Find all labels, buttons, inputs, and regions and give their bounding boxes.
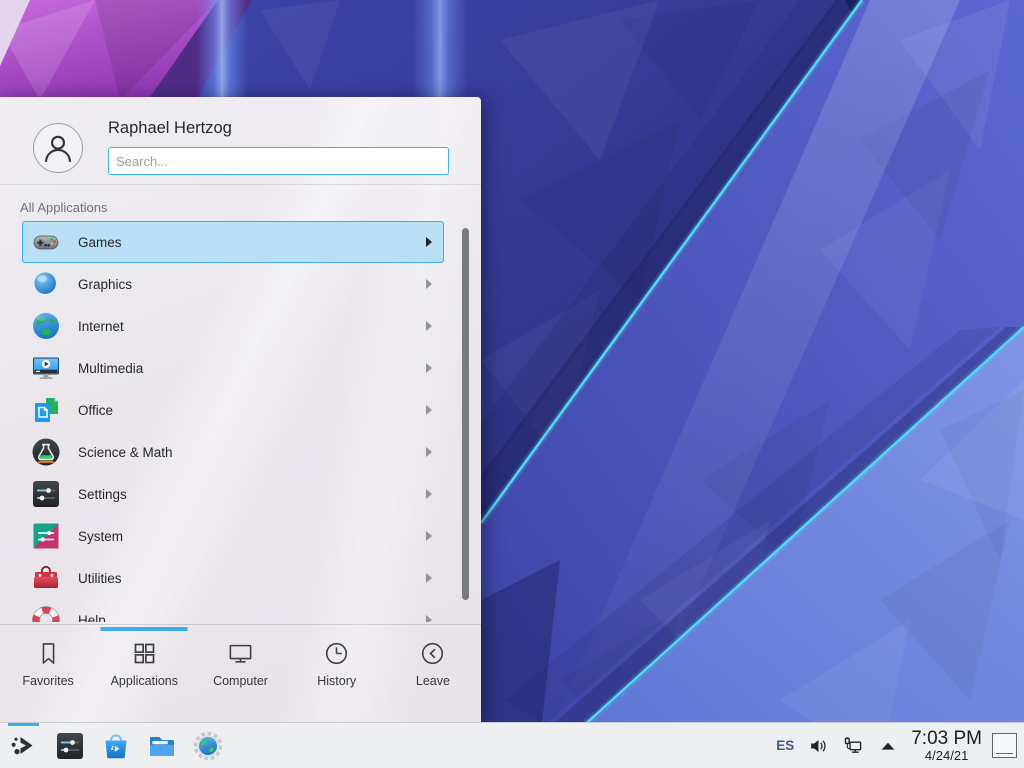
tab-label: Computer xyxy=(213,674,268,688)
tab-label: Favorites xyxy=(22,674,73,688)
category-science-math[interactable]: Science & Math xyxy=(22,431,444,473)
clock-date: 4/24/21 xyxy=(911,749,982,763)
tab-icon xyxy=(323,640,350,667)
taskbar-apps xyxy=(8,723,224,768)
application-launcher-menu: Raphael Hertzog All Applications Games xyxy=(0,97,481,722)
section-label: All Applications xyxy=(20,200,107,215)
submenu-arrow-icon xyxy=(426,615,432,622)
active-task-indicator xyxy=(8,723,39,726)
category-graphics[interactable]: Graphics xyxy=(22,263,444,305)
category-label: Graphics xyxy=(78,277,132,292)
category-label: Office xyxy=(78,403,113,418)
category-help[interactable]: Help xyxy=(22,599,444,622)
submenu-arrow-icon xyxy=(426,489,432,499)
category-office[interactable]: Office xyxy=(22,389,444,431)
app-icon xyxy=(100,730,132,762)
user-name: Raphael Hertzog xyxy=(108,119,232,138)
category-icon xyxy=(30,436,62,468)
category-label: Utilities xyxy=(78,571,122,586)
tab-icon xyxy=(227,640,254,667)
category-icon xyxy=(30,520,62,552)
tray-volume[interactable] xyxy=(807,735,829,757)
category-icon xyxy=(30,268,62,300)
category-label: Multimedia xyxy=(78,361,143,376)
category-label: Help xyxy=(78,613,106,623)
user-avatar[interactable] xyxy=(33,123,83,173)
clock-time: 7:03 PM xyxy=(911,729,982,749)
submenu-arrow-icon xyxy=(426,405,432,415)
app-icon xyxy=(146,730,178,762)
category-utilities[interactable]: Utilities xyxy=(22,557,444,599)
taskbar-system-settings[interactable] xyxy=(54,723,86,768)
category-internet[interactable]: Internet xyxy=(22,305,444,347)
active-tab-indicator xyxy=(101,627,188,631)
submenu-arrow-icon xyxy=(426,279,432,289)
category-multimedia[interactable]: Multimedia xyxy=(22,347,444,389)
tab-label: History xyxy=(317,674,356,688)
tab-applications[interactable]: Applications xyxy=(96,625,192,722)
category-icon xyxy=(30,226,62,258)
taskbar-web-browser[interactable] xyxy=(192,723,224,768)
submenu-arrow-icon xyxy=(426,447,432,457)
scrollbar[interactable] xyxy=(462,228,469,600)
app-icon xyxy=(192,730,224,762)
launcher-header: Raphael Hertzog xyxy=(0,97,481,185)
category-list: Games Graphics Internet xyxy=(0,221,481,622)
category-icon xyxy=(30,394,62,426)
app-icon xyxy=(8,730,40,762)
digital-clock[interactable]: 7:03 PM 4/24/21 xyxy=(911,729,982,763)
tray-network[interactable] xyxy=(842,735,864,757)
keyboard-layout-indicator[interactable]: ES xyxy=(776,738,794,753)
submenu-arrow-icon xyxy=(426,573,432,583)
taskbar-application-launcher[interactable] xyxy=(8,723,40,768)
submenu-arrow-icon xyxy=(426,531,432,541)
category-label: System xyxy=(78,529,123,544)
category-label: Settings xyxy=(78,487,127,502)
tab-icon xyxy=(419,640,446,667)
submenu-arrow-icon xyxy=(426,237,432,247)
launcher-footer-tabs: Favorites Applications Computer xyxy=(0,624,481,722)
search-input[interactable] xyxy=(108,147,449,175)
category-label: Internet xyxy=(78,319,124,334)
category-system[interactable]: System xyxy=(22,515,444,557)
taskbar-panel: ES 7:03 PM 4/24/21 xyxy=(0,722,1024,768)
tab-label: Leave xyxy=(416,674,450,688)
taskbar-file-manager[interactable] xyxy=(146,723,178,768)
taskbar-discover[interactable] xyxy=(100,723,132,768)
desktop: Raphael Hertzog All Applications Games xyxy=(0,0,1024,768)
category-label: Games xyxy=(78,235,122,250)
system-tray: ES xyxy=(776,735,899,757)
tab-computer[interactable]: Computer xyxy=(192,625,288,722)
category-settings[interactable]: Settings xyxy=(22,473,444,515)
category-icon xyxy=(30,310,62,342)
tab-favorites[interactable]: Favorites xyxy=(0,625,96,722)
category-games[interactable]: Games xyxy=(22,221,444,263)
category-icon xyxy=(30,478,62,510)
category-icon xyxy=(30,352,62,384)
tab-icon xyxy=(131,640,158,667)
user-icon xyxy=(34,124,82,172)
submenu-arrow-icon xyxy=(426,321,432,331)
tray-expand-tray[interactable] xyxy=(877,735,899,757)
category-icon xyxy=(30,562,62,594)
tab-leave[interactable]: Leave xyxy=(385,625,481,722)
category-icon xyxy=(30,604,62,622)
category-label: Science & Math xyxy=(78,445,173,460)
tab-label: Applications xyxy=(111,674,178,688)
tab-history[interactable]: History xyxy=(289,625,385,722)
tray-icons xyxy=(807,735,899,757)
submenu-arrow-icon xyxy=(426,363,432,373)
app-icon xyxy=(54,730,86,762)
show-desktop-button[interactable] xyxy=(992,733,1017,758)
tab-icon xyxy=(35,640,62,667)
